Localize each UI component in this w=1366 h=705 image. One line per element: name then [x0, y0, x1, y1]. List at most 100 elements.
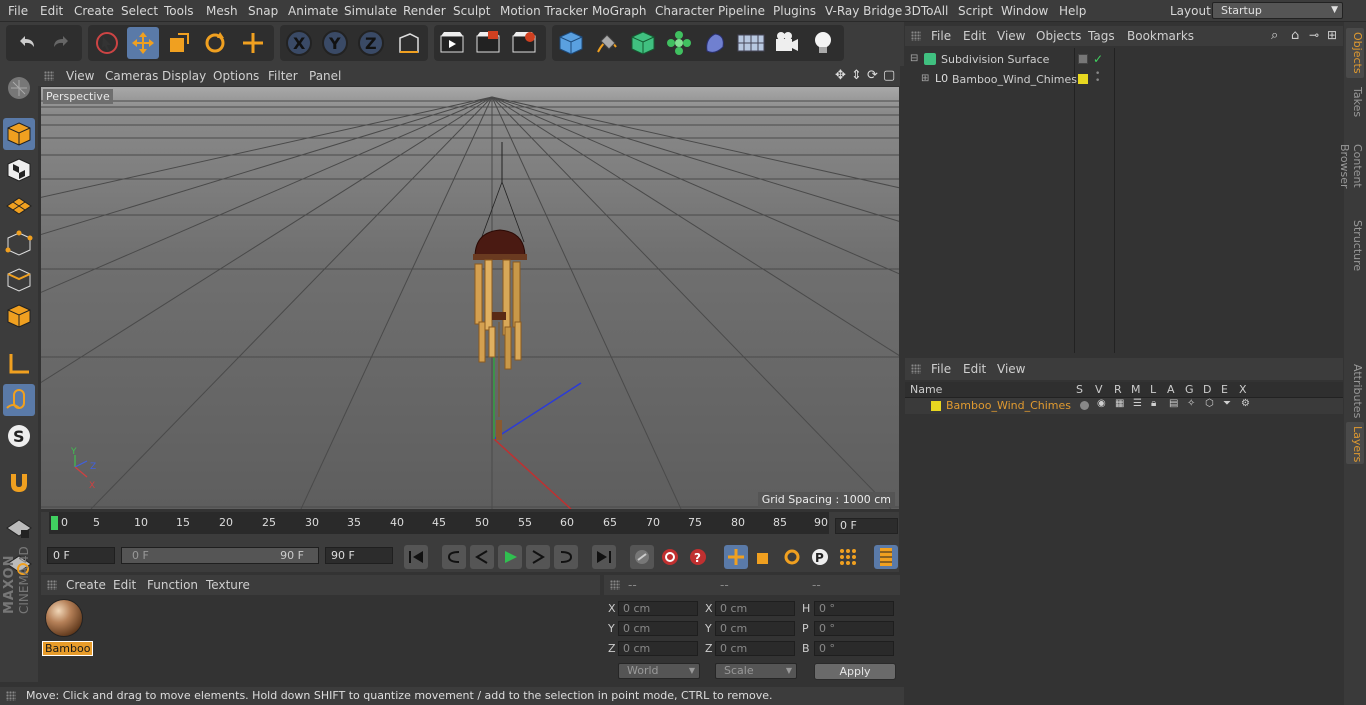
render-view-icon[interactable] [436, 27, 468, 59]
menu-create[interactable]: Create [74, 4, 114, 18]
move-icon[interactable] [127, 27, 159, 59]
vp-menu-display[interactable]: Display [162, 69, 206, 83]
orbit-icon[interactable]: ⟳ [867, 68, 878, 83]
pan-icon[interactable]: ✥ [835, 68, 846, 83]
solo-toggle-icon[interactable] [1080, 401, 1089, 410]
workplane-mode-icon[interactable] [3, 190, 35, 222]
vp-menu-panel[interactable]: Panel [309, 69, 341, 83]
layer-menu-file[interactable]: File [931, 362, 951, 376]
col-render[interactable]: R [1114, 383, 1122, 396]
timeline-ruler[interactable]: 0 5 10 15 20 25 30 35 40 45 50 55 60 65 … [49, 512, 829, 534]
coordinate-system-icon[interactable] [393, 27, 425, 59]
vp-menu-options[interactable]: Options [213, 69, 259, 83]
generator-icon[interactable]: ✧ [1187, 398, 1195, 409]
col-locked[interactable]: L [1150, 383, 1156, 396]
vp-menu-view[interactable]: View [66, 69, 94, 83]
keyframe-selection-icon[interactable]: ? [686, 545, 710, 569]
animation-icon[interactable]: ▤ [1169, 398, 1178, 409]
deformer-toggle-icon[interactable]: ⬡ [1205, 398, 1214, 409]
goto-start-icon[interactable] [404, 545, 428, 569]
tab-attributes[interactable]: Attributes [1346, 360, 1364, 420]
maximize-icon[interactable]: ▢ [883, 68, 895, 83]
make-editable-icon[interactable] [3, 72, 35, 104]
vp-menu-filter[interactable]: Filter [268, 69, 298, 83]
pos-x-field[interactable]: 0 cm [618, 601, 698, 616]
material-item[interactable]: Bamboo [41, 595, 94, 659]
menu-motion-tracker[interactable]: Motion Tracker [500, 4, 588, 18]
start-frame-field[interactable]: 0 F [47, 547, 115, 564]
deformer-icon[interactable] [699, 27, 731, 59]
cloner-icon[interactable] [663, 27, 695, 59]
gripper-icon[interactable] [911, 31, 921, 41]
new-window-icon[interactable]: ⊞ [1327, 28, 1337, 42]
render-clapper-icon[interactable]: ▦ [1115, 398, 1124, 409]
menu-snap[interactable]: Snap [248, 4, 278, 18]
expression-icon[interactable]: ⏷ [1223, 398, 1231, 409]
tweak-mode-icon[interactable] [3, 384, 35, 416]
key-pla-icon[interactable] [836, 545, 860, 569]
menu-edit[interactable]: Edit [40, 4, 63, 18]
pos-z-field[interactable]: 0 cm [618, 641, 698, 656]
play-icon[interactable] [498, 545, 522, 569]
step-forward-icon[interactable] [526, 545, 550, 569]
autokey-icon[interactable] [658, 545, 682, 569]
obj-menu-view[interactable]: View [997, 29, 1025, 43]
menu-simulate[interactable]: Simulate [344, 4, 397, 18]
tab-structure[interactable]: Structure [1346, 216, 1364, 272]
snap-icon[interactable] [3, 466, 35, 498]
live-selection-icon[interactable] [91, 27, 123, 59]
x-axis-icon[interactable]: X [283, 27, 315, 59]
dolly-icon[interactable]: ⇕ [851, 68, 862, 83]
key-scale-icon[interactable] [752, 545, 776, 569]
end-frame-field[interactable]: 90 F [325, 547, 393, 564]
menu-character[interactable]: Character [655, 4, 714, 18]
light-icon[interactable] [807, 27, 839, 59]
collapse-icon[interactable]: ⊟ [910, 53, 918, 64]
layer-menu-edit[interactable]: Edit [963, 362, 986, 376]
render-picture-viewer-icon[interactable] [472, 27, 504, 59]
tab-takes[interactable]: Takes [1346, 82, 1364, 122]
size-mode-select[interactable]: Scale ▼ [715, 663, 797, 679]
rotate-icon[interactable] [199, 27, 231, 59]
obj-menu-tags[interactable]: Tags [1088, 29, 1115, 43]
texture-mode-icon[interactable] [3, 154, 35, 186]
layer-swatch[interactable] [1078, 54, 1088, 64]
rot-h-field[interactable]: 0 ° [814, 601, 894, 616]
menu-pipeline[interactable]: Pipeline [718, 4, 765, 18]
col-deformers[interactable]: D [1203, 383, 1211, 396]
menu-help[interactable]: Help [1059, 4, 1086, 18]
col-solo[interactable]: S [1076, 383, 1083, 396]
timeline-icon[interactable] [874, 545, 898, 569]
z-axis-icon[interactable]: Z [355, 27, 387, 59]
visibility-dots-icon[interactable]: • • [1095, 70, 1100, 86]
coord-system-select[interactable]: World ▼ [618, 663, 700, 679]
home-icon[interactable]: ⌂ [1291, 28, 1299, 43]
obj-menu-objects[interactable]: Objects [1036, 29, 1081, 43]
undo-icon[interactable] [10, 27, 42, 59]
render-settings-icon[interactable] [508, 27, 540, 59]
layout-select[interactable]: Startup ▼ [1212, 2, 1343, 19]
col-expressions[interactable]: E [1221, 383, 1228, 396]
menu-select[interactable]: Select [121, 4, 158, 18]
menu-render[interactable]: Render [403, 4, 446, 18]
cube-icon[interactable] [555, 27, 587, 59]
menu-window[interactable]: Window [1001, 4, 1048, 18]
layer-color-swatch[interactable] [1078, 74, 1088, 84]
redo-icon[interactable] [46, 27, 78, 59]
col-xref[interactable]: X [1239, 383, 1247, 396]
rot-p-field[interactable]: 0 ° [814, 621, 894, 636]
goto-next-key-icon[interactable] [554, 545, 578, 569]
mat-menu-create[interactable]: Create [66, 578, 106, 592]
rot-b-field[interactable]: 0 ° [814, 641, 894, 656]
tree-row[interactable]: ⊟ Subdivision Surface ✓ [905, 52, 1343, 70]
workplane-lock-icon[interactable] [3, 512, 35, 544]
menu-sculpt[interactable]: Sculpt [453, 4, 490, 18]
edges-mode-icon[interactable] [3, 264, 35, 296]
menu-vray-bridge[interactable]: V-Ray Bridge [825, 4, 902, 18]
scale-icon[interactable] [163, 27, 195, 59]
gripper-icon[interactable] [47, 580, 57, 590]
mat-menu-texture[interactable]: Texture [206, 578, 250, 592]
tab-objects[interactable]: Objects [1346, 28, 1364, 78]
layer-menu-view[interactable]: View [997, 362, 1025, 376]
gripper-icon[interactable] [44, 71, 54, 81]
